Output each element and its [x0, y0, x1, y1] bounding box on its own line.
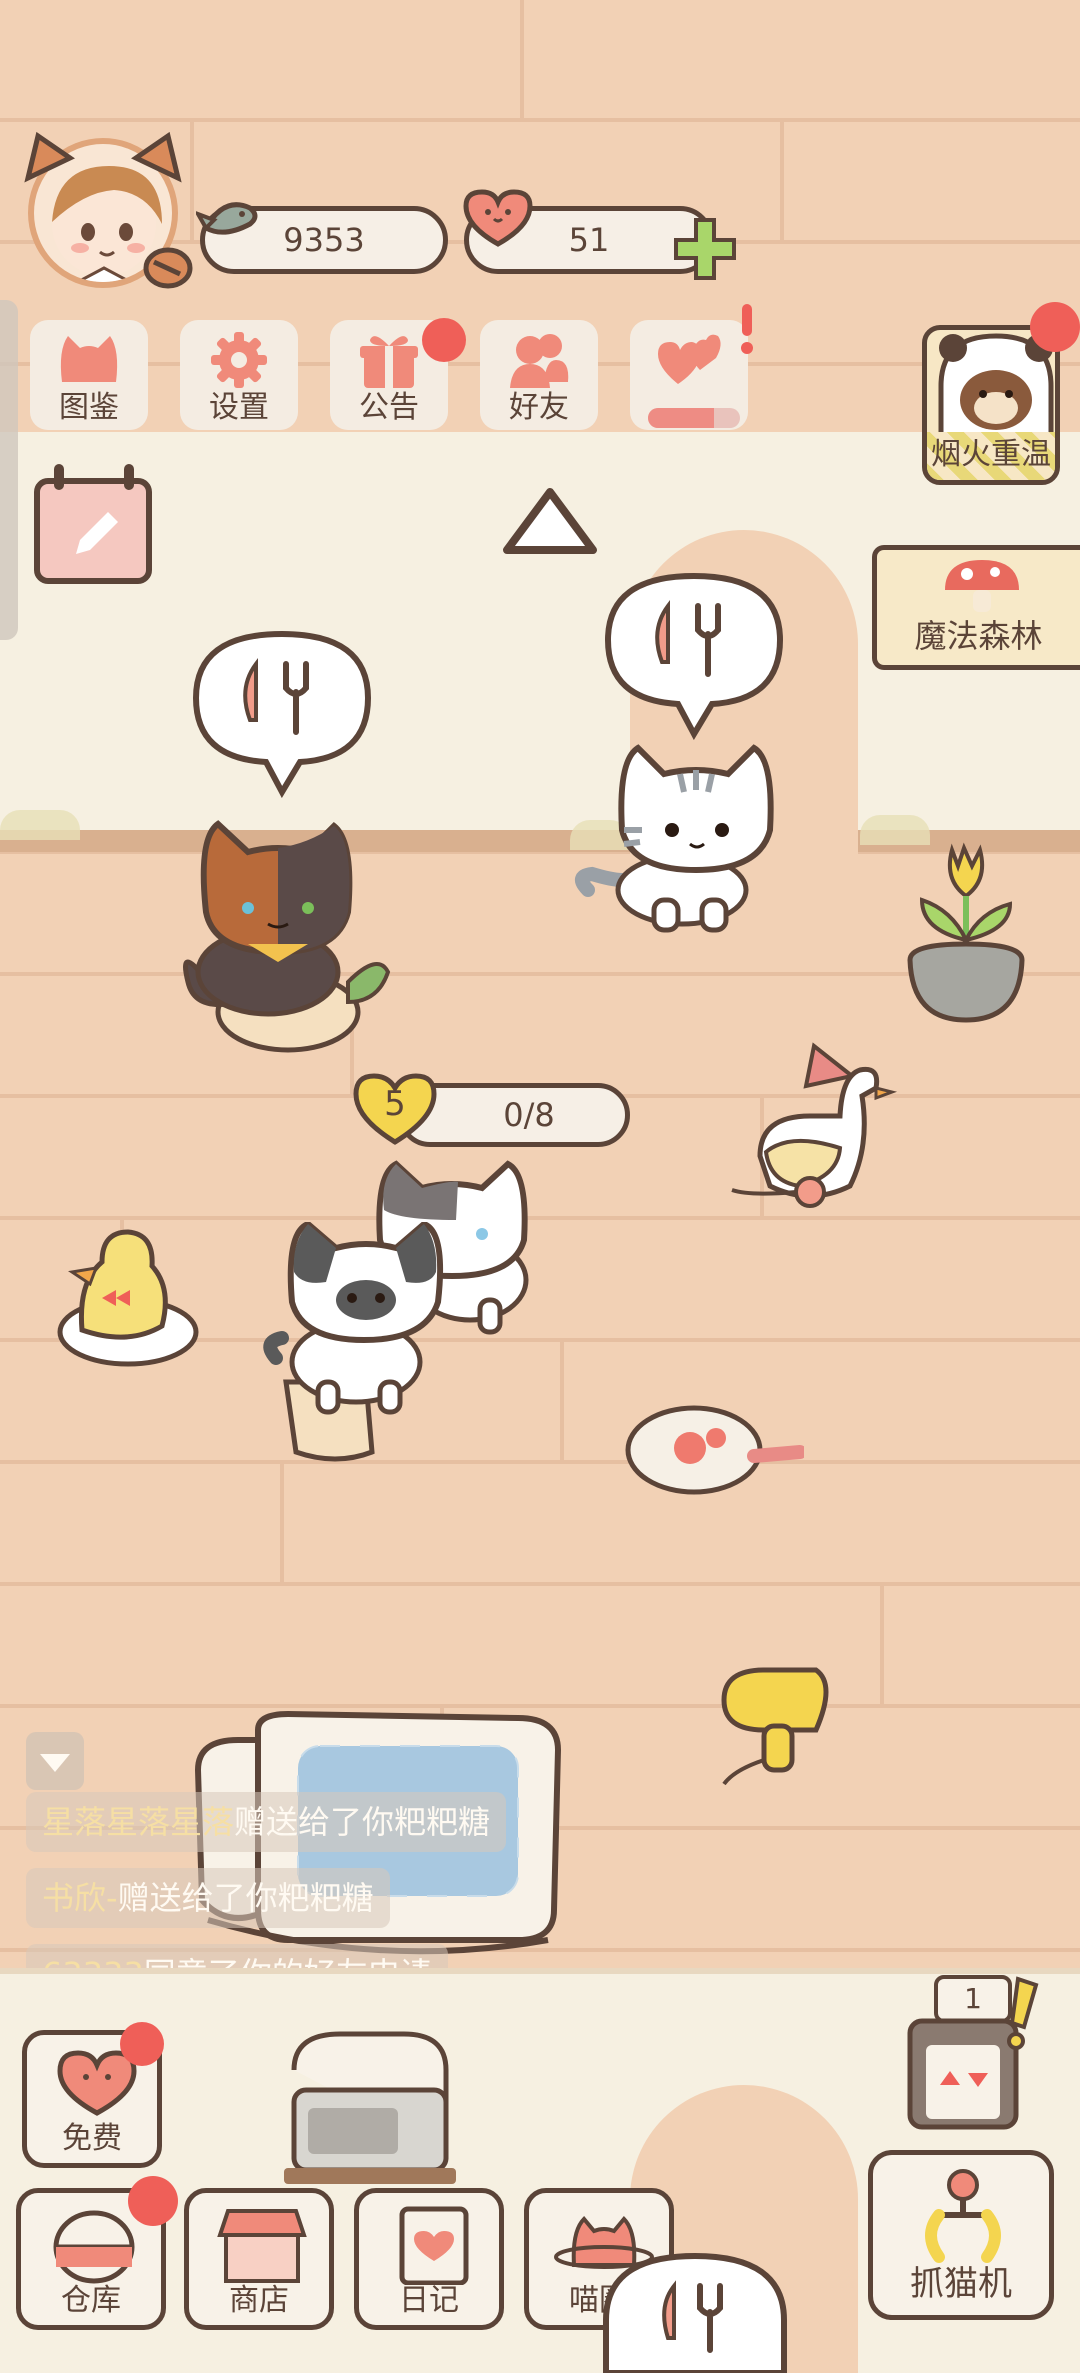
white-tabby-cat[interactable] [572, 740, 812, 940]
microwave-icon[interactable] [280, 2030, 460, 2190]
friends-button[interactable]: 好友 [480, 320, 598, 430]
chat-message[interactable]: 星落星落星落赠送给了你粑粑糖 [26, 1792, 507, 1852]
notification-badge [128, 2176, 178, 2226]
gift-icon [360, 336, 418, 388]
exclamation-icon [1007, 1976, 1039, 2050]
hungry-speech-bubble[interactable] [190, 628, 374, 798]
storage-pot-icon [53, 2210, 135, 2284]
shop-stall-icon [217, 2209, 307, 2283]
calico-cat-on-cushion[interactable] [148, 812, 408, 1062]
calendar-diary-button[interactable] [34, 478, 152, 584]
hearts-icon [658, 334, 721, 384]
raccoon-ear-icon [131, 131, 182, 183]
black-white-cat-on-stool[interactable] [256, 1222, 476, 1462]
plank-seam [780, 122, 784, 242]
plank-seam [280, 1464, 284, 1584]
scroll-up-arrow-icon[interactable] [495, 480, 605, 560]
fish-currency-value: 9353 [283, 221, 365, 259]
collection-button[interactable]: 图鉴 [30, 320, 148, 430]
plank-seam [520, 0, 524, 120]
notification-badge [120, 2022, 164, 2066]
claw-machine-button[interactable]: 抓猫机 [868, 2150, 1054, 2320]
settings-button[interactable]: 设置 [180, 320, 298, 430]
affection-progress-bar [648, 408, 740, 428]
notebook-heart-icon [399, 2206, 469, 2285]
pencil-icon [76, 512, 118, 554]
exclamation-icon [741, 304, 753, 354]
friends-icon [510, 334, 569, 388]
duck-float-icon[interactable] [52, 1222, 202, 1372]
plank-seam [190, 122, 194, 242]
shop-button[interactable]: 商店 [184, 2188, 334, 2330]
notification-badge [422, 318, 466, 362]
plank-seam [880, 1586, 884, 1706]
gear-icon [211, 332, 267, 388]
cat-head-icon [60, 336, 118, 382]
diary-label: 日记 [399, 2283, 459, 2318]
magic-forest-sign[interactable]: 魔法森林 [872, 545, 1080, 670]
plank-seam [560, 1342, 564, 1462]
chat-username: 星落星落星落 [42, 1803, 235, 1841]
chat-collapse-toggle[interactable] [26, 1732, 84, 1790]
warehouse-label: 仓库 [61, 2283, 121, 2318]
heart-currency-value: 51 [568, 221, 610, 259]
claw-machine-label: 抓猫机 [910, 2264, 1012, 2304]
goose-toy-icon[interactable] [730, 1036, 900, 1216]
free-label: 免费 [62, 2121, 122, 2156]
heart-face-icon [463, 189, 533, 247]
raccoon-tail-icon [143, 247, 193, 289]
notification-badge [1030, 302, 1080, 352]
grass-patch [0, 810, 80, 840]
elevator-floor-selector[interactable]: 1 [904, 1975, 1040, 2135]
hungry-speech-bubble[interactable] [602, 570, 786, 740]
chat-text: 赠送给了你粑粑糖 [234, 1803, 491, 1841]
claw-icon [925, 2169, 1001, 2263]
side-drawer-handle[interactable] [0, 300, 18, 640]
hungry-speech-bubble[interactable] [600, 2250, 790, 2373]
tulip-pot-icon[interactable] [902, 840, 1042, 1030]
chat-text: 赠送给了你粑粑糖 [117, 1879, 374, 1917]
level-number: 5 [384, 1084, 406, 1124]
fireworks-event-card[interactable]: 烟火重温 [922, 325, 1060, 485]
chat-message[interactable]: 书欣-赠送给了你粑粑糖 [26, 1868, 390, 1928]
hair-dryer-icon[interactable] [704, 1660, 844, 1800]
diary-button[interactable]: 日记 [354, 2188, 504, 2330]
add-hearts-plus-icon[interactable] [670, 214, 740, 284]
fireworks-event-label: 烟火重温 [931, 437, 1051, 472]
chat-username: 书欣- [42, 1879, 118, 1917]
fish-icon [196, 202, 258, 235]
raccoon-ear-icon [24, 131, 75, 183]
progress-value: 0/8 [503, 1096, 555, 1134]
calendar-rings-icon [54, 464, 134, 490]
magic-forest-label: 魔法森林 [914, 617, 1043, 655]
shop-label: 商店 [229, 2283, 289, 2318]
hand-fan-icon[interactable] [624, 1402, 804, 1502]
mushroom-icon [945, 560, 1019, 612]
